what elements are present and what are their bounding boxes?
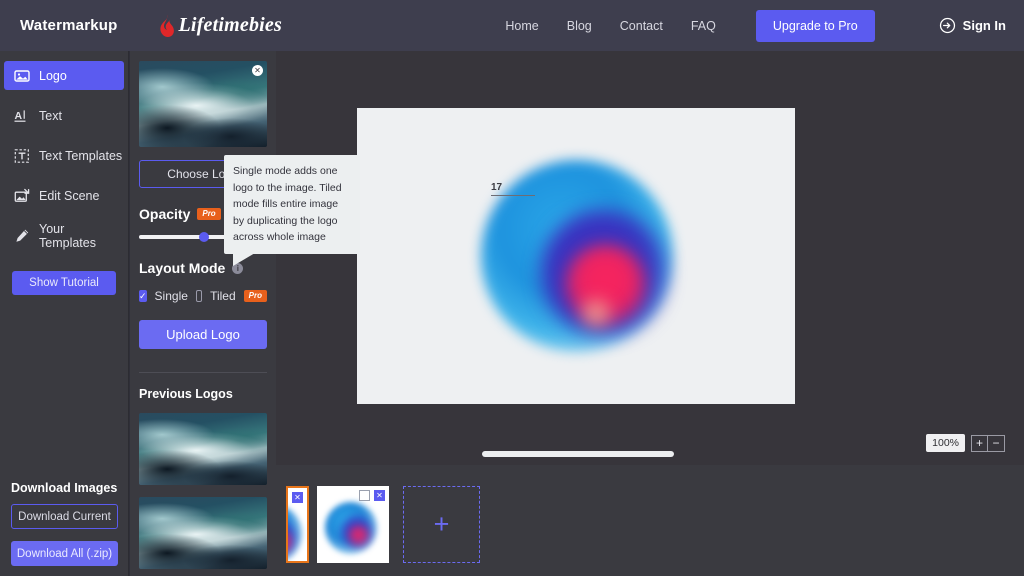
remove-logo-close-icon[interactable]: ✕ xyxy=(252,65,263,76)
pencil-icon xyxy=(14,228,30,244)
panel-divider xyxy=(139,372,267,373)
zoom-controls: 100% + − xyxy=(926,434,1005,452)
watermark-number: 17 xyxy=(491,182,503,193)
checkbox-icon[interactable] xyxy=(359,490,370,501)
sidebar-item-edit-scene[interactable]: Edit Scene xyxy=(4,181,124,210)
nav-link-home[interactable]: Home xyxy=(491,13,552,39)
logo-preview-image xyxy=(139,61,267,147)
layout-single-label: Single xyxy=(154,289,188,303)
opacity-label: Opacity xyxy=(139,206,191,222)
upgrade-to-pro-button[interactable]: Upgrade to Pro xyxy=(755,9,875,42)
filmstrip-item[interactable]: ✕ xyxy=(317,486,389,563)
sidebar-item-label: Text Templates xyxy=(39,148,123,163)
previous-logos-title: Previous Logos xyxy=(139,387,233,401)
layout-mode-tooltip: Single mode adds one logo to the image. … xyxy=(224,155,360,266)
plus-icon[interactable]: + xyxy=(971,434,988,452)
filmstrip-item-actions: ✕ xyxy=(292,492,303,503)
opacity-pro-badge: Pro xyxy=(197,207,221,221)
app-brand: Watermarkup xyxy=(20,17,118,34)
tooltip-tail xyxy=(233,252,255,266)
artboard[interactable]: 17 xyxy=(357,108,795,404)
filmstrip-item-actions: ✕ xyxy=(359,490,385,501)
sign-in-button[interactable]: Sign In xyxy=(939,17,1006,34)
svg-text:A: A xyxy=(15,110,23,122)
check-icon: ✓ xyxy=(139,290,147,301)
top-header: Watermarkup Lifetimebies Home Blog Conta… xyxy=(0,0,1024,51)
image-logo-icon xyxy=(14,68,30,84)
canvas-stage: 17 100% + − xyxy=(276,51,1024,465)
upload-logo-button[interactable]: Upload Logo xyxy=(139,320,267,349)
image-filmstrip: ✕ ✕ + xyxy=(276,465,1024,576)
edit-scene-icon xyxy=(14,188,30,204)
sidebar-item-label: Logo xyxy=(39,68,67,83)
download-current-button[interactable]: Download Current xyxy=(11,504,118,529)
close-icon[interactable]: ✕ xyxy=(374,490,385,501)
minus-icon[interactable]: − xyxy=(988,434,1005,452)
filmstrip-item-selected[interactable]: ✕ xyxy=(286,486,309,563)
previous-logo-item[interactable] xyxy=(139,413,267,485)
show-tutorial-button[interactable]: Show Tutorial xyxy=(12,271,116,295)
download-all-button[interactable]: Download All (.zip) xyxy=(11,541,118,566)
text-a-icon: A xyxy=(14,108,30,124)
left-sidebar: Logo A Text Text Templates Edit Scene Yo… xyxy=(0,51,129,576)
app-root: Watermarkup Lifetimebies Home Blog Conta… xyxy=(0,0,1024,576)
blob-layer-pink xyxy=(347,524,369,546)
layout-tiled-pro-badge: Pro xyxy=(243,289,267,303)
previous-logo-image xyxy=(139,497,267,569)
site-logo[interactable]: Lifetimebies xyxy=(158,14,282,38)
flame-icon xyxy=(158,14,175,38)
nav-link-blog[interactable]: Blog xyxy=(553,13,606,39)
previous-logo-item[interactable] xyxy=(139,497,267,569)
zoom-level-value[interactable]: 100% xyxy=(926,434,965,452)
layout-tiled-checkbox[interactable] xyxy=(195,290,203,302)
current-logo-preview[interactable]: ✕ xyxy=(139,61,267,147)
filmstrip-thumb-artwork xyxy=(325,502,377,554)
sidebar-item-text[interactable]: A Text xyxy=(4,101,124,130)
logo-tool-panel: ✕ Choose Logo Opacity Pro Layout Mode i … xyxy=(130,51,276,576)
plus-icon: + xyxy=(433,509,450,539)
blob-layer-peach xyxy=(573,294,620,333)
opacity-slider-thumb[interactable] xyxy=(199,232,209,242)
layout-mode-label: Layout Mode xyxy=(139,260,226,276)
filmstrip-thumb-artwork xyxy=(288,504,302,561)
previous-logo-image xyxy=(139,413,267,485)
layout-mode-options: ✓ Single Tiled Pro xyxy=(139,289,267,303)
zoom-buttons: + − xyxy=(971,434,1005,452)
main-nav: Home Blog Contact FAQ Upgrade to Pro Sig… xyxy=(491,9,1024,42)
text-template-icon xyxy=(14,148,30,164)
nav-link-faq[interactable]: FAQ xyxy=(677,13,730,39)
canvas-horizontal-scrollbar[interactable] xyxy=(482,451,674,457)
close-icon[interactable]: ✕ xyxy=(292,492,303,503)
nav-link-contact[interactable]: Contact xyxy=(606,13,677,39)
watermark-overlay: 17 xyxy=(491,182,535,196)
layout-single-checkbox[interactable]: ✓ xyxy=(139,290,147,302)
sidebar-item-label: Your Templates xyxy=(39,221,96,250)
sidebar-item-text-templates[interactable]: Text Templates xyxy=(4,141,124,170)
sidebar-item-logo[interactable]: Logo xyxy=(4,61,124,90)
sign-in-arrow-icon xyxy=(939,17,956,34)
sidebar-item-label: Edit Scene xyxy=(39,188,100,203)
sign-in-label: Sign In xyxy=(962,18,1006,33)
sidebar-item-your-templates[interactable]: Your Templates xyxy=(4,221,124,250)
layout-tiled-label: Tiled xyxy=(210,289,236,303)
site-logo-text: Lifetimebies xyxy=(178,14,282,36)
tooltip-text: Single mode adds one logo to the image. … xyxy=(233,165,342,244)
sidebar-item-label: Text xyxy=(39,108,62,123)
download-section-title: Download Images xyxy=(11,481,118,495)
download-section: Download Images Download Current Downloa… xyxy=(0,481,129,566)
watermark-underline xyxy=(491,195,535,196)
add-image-button[interactable]: + xyxy=(403,486,480,563)
